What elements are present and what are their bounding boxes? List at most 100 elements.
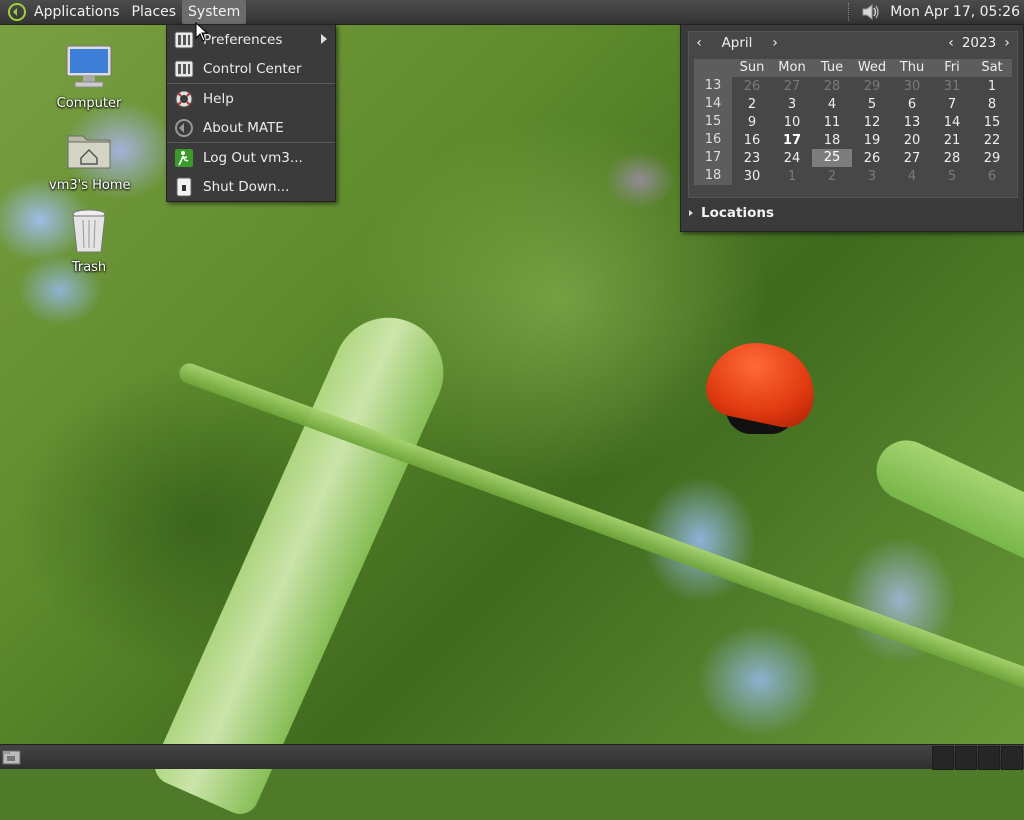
calendar-day[interactable]: 9 (732, 115, 772, 130)
calendar-day[interactable]: 13 (892, 115, 932, 130)
calendar-day[interactable]: 3 (772, 97, 812, 112)
week-number: 15 (694, 113, 732, 131)
calendar-day[interactable]: 6 (892, 97, 932, 112)
calendar-widget: ‹ April › ‹ 2023 › Sun Mon Tue Wed Thu F… (688, 31, 1018, 198)
calendar-day[interactable]: 8 (972, 97, 1012, 112)
menu-applications[interactable]: Applications (28, 0, 126, 24)
calendar-day[interactable]: 2 (812, 169, 852, 184)
workspace-1[interactable] (932, 746, 954, 770)
locations-label: Locations (701, 205, 774, 221)
top-panel: Applications Places System Mon Apr 17, 0… (0, 0, 1024, 25)
calendar-day[interactable]: 25 (812, 149, 852, 167)
calendar-day[interactable]: 20 (892, 133, 932, 148)
calendar-day[interactable]: 28 (932, 151, 972, 166)
help-icon (174, 89, 194, 109)
clock[interactable]: Mon Apr 17, 05:26 (890, 4, 1020, 20)
menu-system[interactable]: System (182, 0, 247, 24)
menu-item-about-mate[interactable]: About MATE (167, 113, 335, 142)
calendar-day[interactable]: 26 (732, 79, 772, 94)
desktop-icon-trash[interactable]: Trash (49, 206, 129, 275)
calendar-day[interactable]: 6 (972, 169, 1012, 184)
calendar-week-row: 13 26 27 28 29 30 31 1 (694, 77, 1012, 95)
menu-item-label: About MATE (203, 119, 284, 136)
desktop-icon-home[interactable]: vm3's Home (49, 128, 131, 193)
weekday-header: Sun Mon Tue Wed Thu Fri Sat (694, 59, 1012, 77)
desktop-icon-computer[interactable]: Computer (49, 44, 129, 111)
calendar-day[interactable]: 17 (772, 133, 812, 148)
mate-menu-logo-icon[interactable] (6, 1, 28, 23)
calendar-day[interactable]: 28 (812, 79, 852, 94)
calendar-day[interactable]: 1 (972, 79, 1012, 94)
menu-item-preferences[interactable]: Preferences (167, 25, 335, 54)
calendar-day[interactable]: 24 (772, 151, 812, 166)
weekday-label: Tue (812, 59, 852, 77)
calendar-day[interactable]: 5 (852, 97, 892, 112)
calendar-day[interactable]: 18 (812, 133, 852, 148)
workspace-4[interactable] (1001, 746, 1023, 770)
next-year-button[interactable]: › (997, 35, 1017, 51)
calendar-day[interactable]: 26 (852, 151, 892, 166)
expander-arrow-icon (689, 210, 693, 216)
desktop-icon-label: vm3's Home (49, 178, 131, 193)
calendar-day[interactable]: 5 (932, 169, 972, 184)
calendar-day[interactable]: 7 (932, 97, 972, 112)
calendar-day[interactable]: 12 (852, 115, 892, 130)
calendar-day[interactable]: 22 (972, 133, 1012, 148)
prev-month-button[interactable]: ‹ (689, 35, 709, 51)
calendar-day[interactable]: 19 (852, 133, 892, 148)
calendar-day[interactable]: 23 (732, 151, 772, 166)
calendar-day[interactable]: 27 (772, 79, 812, 94)
calendar-day[interactable]: 4 (812, 97, 852, 112)
month-navigator: ‹ April › (689, 32, 785, 54)
menu-item-shut-down[interactable]: Shut Down... (167, 172, 335, 201)
calendar-day[interactable]: 4 (892, 169, 932, 184)
prev-year-button[interactable]: ‹ (941, 35, 961, 51)
week-number: 14 (694, 95, 732, 113)
menu-item-help[interactable]: Help (167, 84, 335, 113)
calendar-day[interactable]: 11 (812, 115, 852, 130)
calendar-day[interactable]: 15 (972, 115, 1012, 130)
desktop-icon-label: Trash (71, 260, 107, 275)
weekday-label: Thu (892, 59, 932, 77)
control-center-icon (174, 59, 194, 79)
calendar-day[interactable]: 29 (972, 151, 1012, 166)
workspace-2[interactable] (955, 746, 977, 770)
calendar-day[interactable]: 31 (932, 79, 972, 94)
panel-separator (848, 3, 852, 21)
calendar-week-row: 16 16 17 18 19 20 21 22 (694, 131, 1012, 149)
calendar-day[interactable]: 27 (892, 151, 932, 166)
menu-places[interactable]: Places (126, 0, 183, 24)
calendar-day[interactable]: 2 (732, 97, 772, 112)
system-menu: Preferences Control Center Help About MA… (166, 24, 336, 202)
trash-icon (72, 209, 106, 253)
shutdown-icon (174, 177, 194, 197)
calendar-day[interactable]: 21 (932, 133, 972, 148)
weekday-label: Fri (932, 59, 972, 77)
calendar-day[interactable]: 1 (772, 169, 812, 184)
calendar-day[interactable]: 3 (852, 169, 892, 184)
year-label: 2023 (961, 35, 997, 51)
workspace-3[interactable] (978, 746, 1000, 770)
calendar-weeks: 13 26 27 28 29 30 31 1 14 2 3 4 5 6 7 8 15 9 10 11 12 13 14 15 1… (694, 77, 1012, 185)
workspace-switcher (932, 745, 1024, 770)
calendar-grid: Sun Mon Tue Wed Thu Fri Sat 13 26 27 28 29 30… (694, 59, 1012, 185)
next-month-button[interactable]: › (765, 35, 785, 51)
calendar-day[interactable]: 16 (732, 133, 772, 148)
menu-item-control-center[interactable]: Control Center (167, 54, 335, 83)
wallpaper-ladybug (701, 333, 823, 433)
show-desktop-icon[interactable] (2, 748, 22, 766)
menu-item-label: Shut Down... (203, 178, 290, 195)
menu-item-label: Log Out vm3... (203, 149, 303, 166)
week-number: 17 (694, 149, 732, 167)
calendar-day[interactable]: 30 (892, 79, 932, 94)
menu-item-log-out[interactable]: Log Out vm3... (167, 143, 335, 172)
week-number-header (694, 59, 732, 77)
locations-expander[interactable]: Locations (689, 203, 774, 223)
calendar-day[interactable]: 29 (852, 79, 892, 94)
calendar-day[interactable]: 10 (772, 115, 812, 130)
calendar-week-row: 15 9 10 11 12 13 14 15 (694, 113, 1012, 131)
calendar-week-row: 18 30 1 2 3 4 5 6 (694, 167, 1012, 185)
volume-icon[interactable] (860, 2, 882, 22)
calendar-day[interactable]: 30 (732, 169, 772, 184)
calendar-day[interactable]: 14 (932, 115, 972, 130)
